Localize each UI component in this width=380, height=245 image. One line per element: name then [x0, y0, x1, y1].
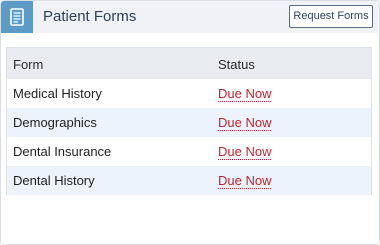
form-name: Demographics: [13, 115, 97, 130]
status-link[interactable]: Due Now: [218, 86, 272, 102]
document-icon: [1, 1, 33, 33]
column-header-form: Form: [13, 57, 44, 72]
form-name: Dental Insurance: [13, 144, 112, 159]
forms-table: Form Status Medical History Due Now Demo…: [6, 47, 372, 195]
table-row: Medical History Due Now: [7, 79, 371, 108]
table-row: Dental History Due Now: [7, 166, 371, 195]
table-row: Demographics Due Now: [7, 108, 371, 137]
patient-forms-card: Patient Forms Request Forms Form Status …: [0, 0, 380, 245]
table-row: Dental Insurance Due Now: [7, 137, 371, 166]
status-link[interactable]: Due Now: [218, 144, 272, 160]
status-link[interactable]: Due Now: [218, 115, 272, 131]
request-forms-button[interactable]: Request Forms: [289, 5, 373, 28]
form-name: Dental History: [13, 173, 95, 188]
column-header-status: Status: [218, 57, 255, 72]
card-title: Patient Forms: [43, 8, 137, 25]
form-name: Medical History: [13, 86, 102, 101]
card-header: Patient Forms Request Forms: [1, 1, 379, 33]
status-link[interactable]: Due Now: [218, 173, 272, 189]
table-header: Form Status: [7, 48, 371, 79]
